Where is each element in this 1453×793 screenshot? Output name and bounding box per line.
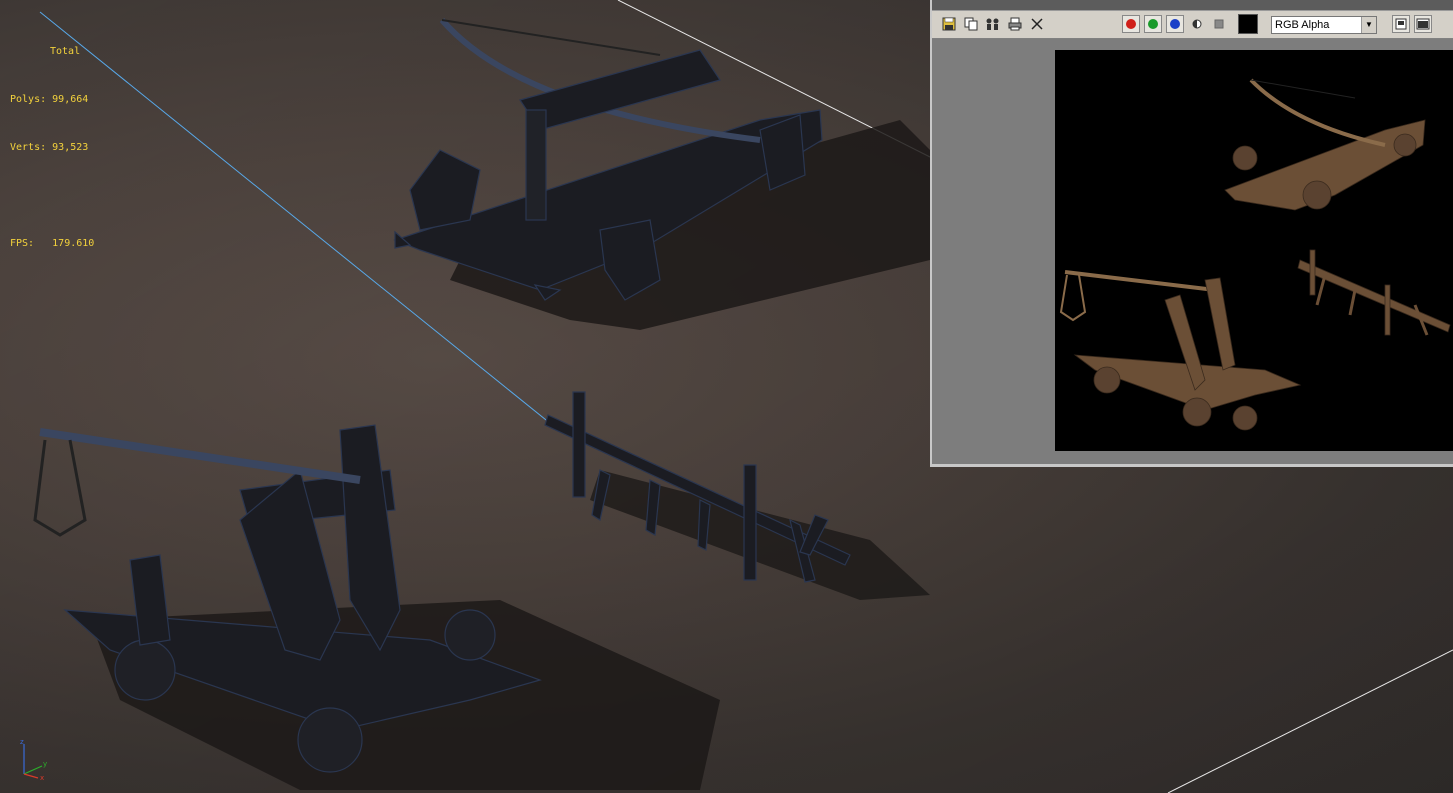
rendered-trebuchet — [1059, 270, 1302, 431]
rendered-barricade — [1297, 249, 1451, 336]
stats-fps-label: FPS: — [10, 238, 35, 249]
rendered-ballista — [1224, 78, 1426, 211]
monochrome-icon — [1214, 19, 1224, 29]
stats-verts-value: 93,523 — [52, 142, 89, 153]
frame-layout-button-1[interactable] — [1392, 15, 1410, 33]
x-axis-line — [23, 773, 39, 779]
clone-icon[interactable] — [962, 15, 980, 33]
display-channel-value: RGB Alpha — [1275, 19, 1330, 31]
y-axis-line — [23, 765, 43, 775]
alpha-channel-toggle[interactable] — [1188, 15, 1206, 33]
green-channel-toggle[interactable] — [1144, 15, 1162, 33]
z-axis-label: z — [20, 738, 24, 746]
blue-channel-toggle[interactable] — [1166, 15, 1184, 33]
rendered-image[interactable] — [1055, 50, 1453, 451]
viewport-statistics: Total Polys: 99,664 Verts: 93,523 FPS: 1… — [10, 12, 94, 284]
frame-window-titlebar[interactable] — [932, 0, 1453, 11]
print-icon[interactable] — [1006, 15, 1024, 33]
rendered-frame-window[interactable]: RGB Alpha ▼ — [930, 0, 1453, 467]
stats-fps-value: 179.610 — [52, 238, 95, 249]
frame-layout-button-2[interactable] — [1414, 15, 1432, 33]
stats-polys-label: Polys: — [10, 94, 47, 105]
axis-gizmo: z y x — [20, 738, 47, 781]
window-layout-icon — [1395, 18, 1407, 30]
track-icon[interactable] — [984, 15, 1002, 33]
stats-verts-label: Verts: — [10, 142, 47, 153]
green-channel-icon — [1148, 19, 1158, 29]
frame-window-body — [932, 39, 1453, 464]
red-channel-toggle[interactable] — [1122, 15, 1140, 33]
pixel-color-swatch[interactable] — [1238, 14, 1258, 34]
stats-total-label: Total — [50, 46, 81, 57]
window-fullscreen-icon — [1416, 18, 1430, 30]
x-axis-label: x — [40, 774, 44, 781]
stats-polys-value: 99,664 — [52, 94, 89, 105]
frame-window-toolbar: RGB Alpha ▼ — [932, 11, 1453, 39]
chevron-down-icon: ▼ — [1361, 17, 1376, 33]
monochrome-toggle[interactable] — [1210, 15, 1228, 33]
save-icon[interactable] — [940, 15, 958, 33]
alpha-icon — [1192, 19, 1202, 29]
rendered-image-content — [1059, 78, 1451, 431]
clear-icon[interactable] — [1028, 15, 1046, 33]
display-channel-dropdown[interactable]: RGB Alpha ▼ — [1271, 16, 1377, 34]
y-axis-label: y — [43, 760, 47, 768]
blue-channel-icon — [1170, 19, 1180, 29]
red-channel-icon — [1126, 19, 1136, 29]
